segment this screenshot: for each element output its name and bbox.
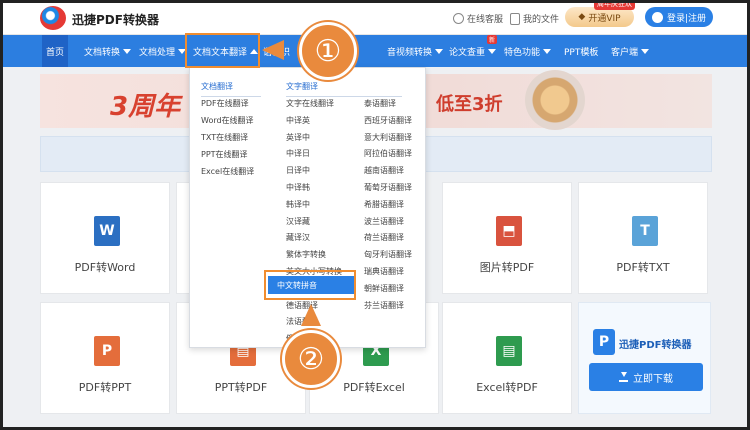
menu-item[interactable]: 荷兰语翻译	[364, 232, 404, 243]
txt-icon: T	[632, 216, 658, 246]
tool-card-label: PPT转PDF	[214, 381, 268, 394]
login-register-button[interactable]: 登录|注册	[645, 7, 713, 27]
menu-item[interactable]: 汉译藏	[286, 216, 310, 227]
menu-item[interactable]: PDF在线翻译	[201, 98, 249, 109]
nav-ppt-templates[interactable]: PPT模板	[564, 35, 598, 67]
tool-card-image-to-pdf[interactable]: ⬒ 图片转PDF	[442, 182, 572, 294]
menu-item[interactable]: 中译英	[286, 115, 310, 126]
chevron-down-icon	[488, 48, 497, 54]
word-icon: W	[94, 216, 120, 246]
ppt-icon: P	[94, 336, 120, 366]
tool-card-pdf-to-ppt[interactable]: P PDF转PPT	[40, 302, 170, 414]
diamond-icon: ◆	[578, 12, 586, 22]
menu-item[interactable]: 希腊语翻译	[364, 199, 404, 210]
menu-item[interactable]: 韩译中	[286, 199, 310, 210]
nav-home[interactable]: 首页	[42, 35, 68, 67]
tool-card-label: PDF转PPT	[78, 381, 132, 394]
banner-discount: 低至3折	[436, 94, 503, 115]
menu-item[interactable]: 泰语翻译	[364, 98, 396, 109]
vip-promo-badge: 周年庆狂欢	[594, 0, 635, 10]
excel-pdf-icon: ▤	[496, 336, 522, 366]
chevron-down-icon	[543, 48, 552, 54]
menu-item[interactable]: 匈牙利语翻译	[364, 249, 412, 260]
vip-medal-icon	[525, 70, 585, 130]
tool-card-pdf-to-word[interactable]: W PDF转Word	[40, 182, 170, 294]
menu-item[interactable]: 朝鲜语翻译	[364, 283, 404, 294]
menu-item[interactable]: Word在线翻译	[201, 115, 254, 126]
nav-client[interactable]: 客户端	[611, 35, 650, 67]
step-2-callout: ②	[282, 330, 340, 388]
tool-card-label: PDF转TXT	[616, 261, 670, 274]
download-icon	[619, 371, 628, 382]
banner-headline: 3周年	[110, 92, 181, 122]
callout-pointer	[262, 40, 284, 60]
promo-title: 迅捷PDF转换器	[619, 340, 692, 351]
tool-card-pdf-to-txt[interactable]: T PDF转TXT	[578, 182, 708, 294]
nav-doc-process[interactable]: 文档处理	[139, 35, 187, 67]
tool-card-excel-to-pdf[interactable]: ▤ Excel转PDF	[442, 302, 572, 414]
menu-item[interactable]: 波兰语翻译	[364, 216, 404, 227]
chevron-down-icon	[123, 48, 132, 54]
download-button[interactable]: 立即下载	[589, 363, 703, 391]
menu-item[interactable]: 繁体字转换	[286, 249, 326, 260]
menu-item[interactable]: 藏译汉	[286, 232, 310, 243]
menu-item[interactable]: 日译中	[286, 165, 310, 176]
menu-item[interactable]: 葡萄牙语翻译	[364, 182, 412, 193]
callout-pointer	[301, 304, 321, 326]
app-logo-icon[interactable]	[40, 6, 66, 30]
main-nav: 首页 文档转换 文档处理 文档文本翻译 语音识 音视频转换 论文查重 特色功能 …	[0, 35, 750, 67]
file-icon	[510, 12, 520, 25]
tool-card-label: Excel转PDF	[476, 381, 538, 394]
step-1-callout: ①	[299, 22, 357, 80]
headset-icon	[453, 13, 464, 24]
tool-card-label: PDF转Word	[74, 261, 136, 274]
app-logo-icon: P	[593, 329, 615, 355]
doc-translate-heading: 文档翻译	[201, 81, 261, 97]
nav-features[interactable]: 特色功能	[504, 35, 552, 67]
top-header: 迅捷PDF转换器 在线客服 我的文件 ◆ 开通VIP 周年庆狂欢 登录|注册	[0, 0, 750, 35]
open-vip-button[interactable]: ◆ 开通VIP	[565, 7, 634, 27]
user-icon	[651, 11, 663, 23]
menu-item[interactable]: 越南语翻译	[364, 165, 404, 176]
download-promo-card: P 迅捷PDF转换器 立即下载	[578, 302, 711, 414]
menu-item[interactable]: 中译日	[286, 148, 310, 159]
highlight-box-pinyin	[264, 270, 356, 300]
my-files-link[interactable]: 我的文件	[510, 12, 559, 25]
chevron-down-icon	[435, 48, 444, 54]
pdf-icon: ⬒	[496, 216, 522, 246]
menu-item[interactable]: 瑞典语翻译	[364, 266, 404, 277]
menu-item[interactable]: 意大利语翻译	[364, 132, 412, 143]
menu-item[interactable]: 英译中	[286, 132, 310, 143]
tool-card-label: 图片转PDF	[479, 261, 535, 274]
menu-item[interactable]: Excel在线翻译	[201, 166, 254, 177]
menu-item[interactable]: 西班牙语翻译	[364, 115, 412, 126]
chevron-down-icon	[641, 48, 650, 54]
menu-item[interactable]: 中译韩	[286, 182, 310, 193]
menu-item[interactable]: 文字在线翻译	[286, 98, 334, 109]
menu-item[interactable]: TXT在线翻译	[201, 132, 248, 143]
menu-item[interactable]: 芬兰语翻译	[364, 300, 404, 311]
menu-item[interactable]: PPT在线翻译	[201, 149, 248, 160]
nav-media-convert[interactable]: 音视频转换	[387, 35, 444, 67]
text-translate-heading: 文字翻译	[286, 81, 402, 97]
menu-item[interactable]: 阿拉伯语翻译	[364, 148, 412, 159]
new-badge: 新	[487, 35, 498, 44]
customer-service-link[interactable]: 在线客服	[453, 12, 503, 25]
highlight-box-translate-nav	[185, 33, 260, 68]
nav-doc-convert[interactable]: 文档转换	[84, 35, 132, 67]
brand-name[interactable]: 迅捷PDF转换器	[72, 11, 159, 28]
